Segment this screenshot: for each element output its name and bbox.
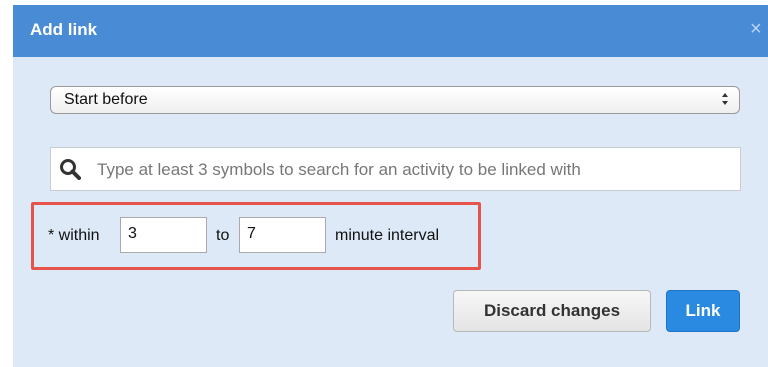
activity-search-input[interactable]: Type at least 3 symbols to search for an… [50, 147, 741, 191]
close-icon[interactable]: × [750, 19, 762, 39]
link-type-select[interactable]: Start before [50, 86, 740, 114]
link-button[interactable]: Link [666, 290, 740, 332]
search-icon [60, 159, 81, 180]
interval-to-input[interactable]: 7 [239, 217, 326, 253]
link-type-selected-value: Start before [64, 91, 148, 108]
discard-changes-button[interactable]: Discard changes [453, 290, 651, 332]
dialog-title: Add link [30, 20, 98, 39]
interval-from-input[interactable]: 3 [120, 217, 207, 253]
interval-suffix-label: minute interval [335, 227, 440, 244]
select-arrows-icon [722, 93, 728, 105]
dialog-titlebar: Add link × [13, 5, 768, 57]
add-link-dialog: Add link × Start before Type at least 3 … [13, 5, 768, 367]
interval-prefix-label: * within [48, 227, 100, 244]
interval-separator-label: to [216, 227, 230, 244]
search-placeholder: Type at least 3 symbols to search for an… [97, 160, 581, 179]
